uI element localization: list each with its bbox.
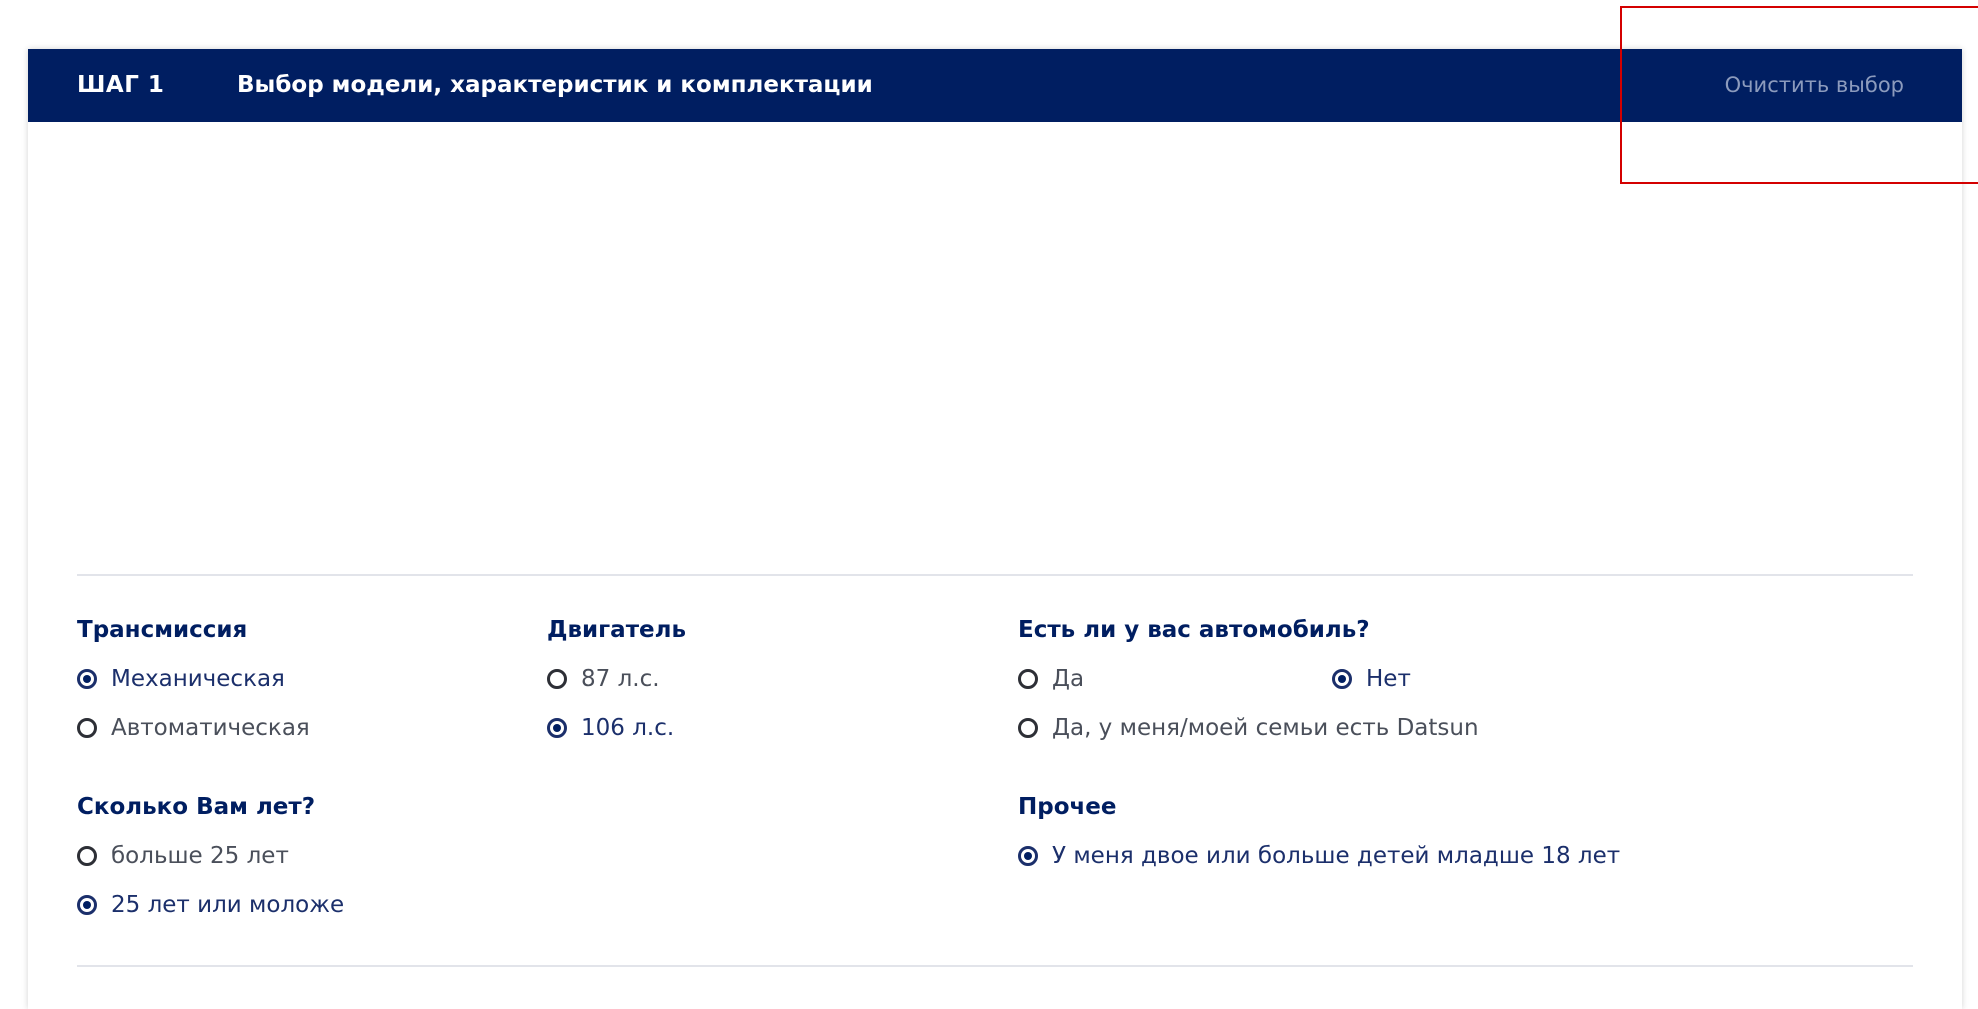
radio-icon	[77, 669, 97, 689]
option-label: Да	[1052, 666, 1085, 692]
option-label: У меня двое или больше детей младше 18 л…	[1052, 843, 1621, 869]
age-option-over-25[interactable]: больше 25 лет	[77, 843, 289, 869]
radio-icon	[1018, 846, 1038, 866]
age-option-25-or-younger[interactable]: 25 лет или моложе	[77, 892, 344, 918]
has-car-option-datsun[interactable]: Да, у меня/моей семьи есть Datsun	[1018, 715, 1479, 741]
engine-option-87[interactable]: 87 л.с.	[547, 666, 660, 692]
radio-icon	[1018, 669, 1038, 689]
transmission-option-automatic[interactable]: Автоматическая	[77, 715, 310, 741]
option-label: 106 л.с.	[581, 715, 675, 741]
radio-icon	[77, 718, 97, 738]
option-label: Да, у меня/моей семьи есть Datsun	[1052, 715, 1479, 741]
age-title: Сколько Вам лет?	[77, 794, 316, 820]
has-car-title: Есть ли у вас автомобиль?	[1018, 617, 1370, 643]
engine-title: Двигатель	[547, 617, 687, 643]
step-number: ШАГ 1	[77, 72, 165, 98]
other-option-two-children[interactable]: У меня двое или больше детей младше 18 л…	[1018, 843, 1620, 869]
option-label: 25 лет или моложе	[111, 892, 345, 918]
highlight-annotation-box	[1620, 6, 1978, 184]
radio-icon	[77, 895, 97, 915]
option-label: Автоматическая	[111, 715, 310, 741]
radio-icon	[77, 846, 97, 866]
option-label: Нет	[1366, 666, 1411, 692]
other-title: Прочее	[1018, 794, 1117, 820]
radio-icon	[547, 718, 567, 738]
top-divider	[77, 574, 1913, 576]
radio-icon	[1018, 718, 1038, 738]
engine-option-106[interactable]: 106 л.с.	[547, 715, 674, 741]
option-label: Механическая	[111, 666, 285, 692]
step-title: Выбор модели, характеристик и комплектац…	[237, 72, 873, 98]
transmission-title: Трансмиссия	[77, 617, 248, 643]
has-car-option-no[interactable]: Нет	[1332, 666, 1411, 692]
has-car-option-yes[interactable]: Да	[1018, 666, 1084, 692]
radio-icon	[1332, 669, 1352, 689]
radio-icon	[547, 669, 567, 689]
option-label: 87 л.с.	[581, 666, 660, 692]
bottom-divider	[77, 965, 1913, 967]
configurator-card: ШАГ 1 Выбор модели, характеристик и комп…	[28, 49, 1962, 1009]
option-label: больше 25 лет	[111, 843, 289, 869]
transmission-option-manual[interactable]: Механическая	[77, 666, 285, 692]
